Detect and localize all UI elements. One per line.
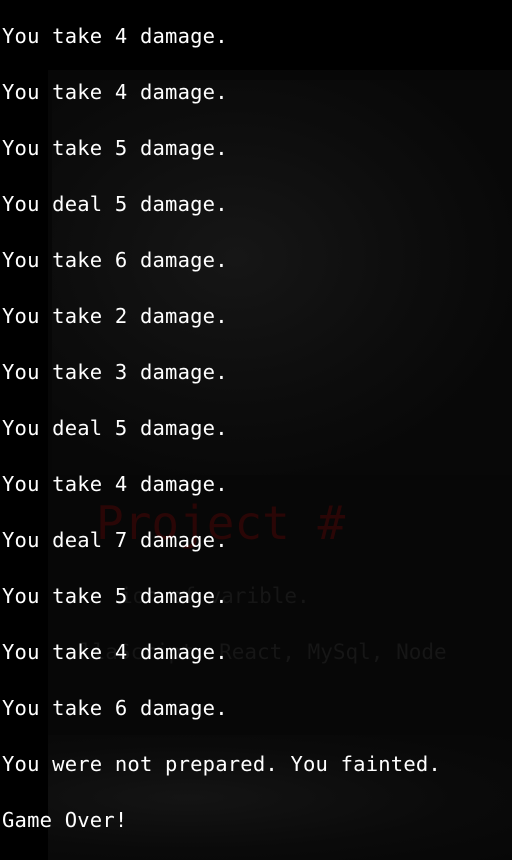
output-line: You take 4 damage. [2,80,228,104]
output-line: You take 6 damage. [2,248,228,272]
output-line: You take 3 damage. [2,360,228,384]
terminal-screen: Project # ion of varible. llaScript, Rea… [0,0,512,860]
output-line: You deal 5 damage. [2,192,228,216]
output-line-fainted: You were not prepared. You fainted. [2,752,441,776]
output-line: You deal 5 damage. [2,416,228,440]
output-line: You take 5 damage. [2,136,228,160]
output-line: You take 4 damage. [2,24,228,48]
terminal-output: You take 4 damage. You take 4 damage. Yo… [2,22,441,860]
output-line: You take 4 damage. [2,472,228,496]
game-over-message: Game Over! [2,808,128,832]
output-line: You take 5 damage. [2,584,228,608]
output-line: You deal 7 damage. [2,528,228,552]
output-line: You take 2 damage. [2,304,228,328]
output-line: You take 4 damage. [2,640,228,664]
output-line: You take 6 damage. [2,696,228,720]
